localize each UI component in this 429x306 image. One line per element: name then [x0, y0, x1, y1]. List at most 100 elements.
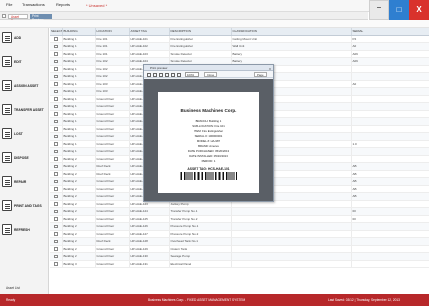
table-cell: Building 1: [62, 42, 96, 51]
row-checkbox[interactable]: [54, 239, 58, 243]
table-cell: Building 1: [62, 95, 96, 103]
zoom-out-icon[interactable]: [159, 72, 163, 77]
sidebar-item-label: ASSIGN ASSET: [14, 83, 39, 88]
print-icon[interactable]: [147, 72, 151, 77]
column-header[interactable]: CLASSIFICATION: [231, 28, 352, 36]
sidebar-item-label: ADD: [14, 35, 22, 40]
row-checkbox[interactable]: [54, 59, 58, 63]
table-cell: Fire 101: [95, 42, 130, 51]
table-row[interactable]: Building 2 Ground Floor HP-HAE-124 Transfer…: [50, 207, 429, 216]
table-cell: Battery: [231, 50, 352, 58]
table-cell: [351, 237, 429, 246]
row-checkbox[interactable]: [54, 254, 58, 258]
row-select-cell: [50, 215, 63, 223]
sidebar-item-4[interactable]: LOST: [2, 127, 47, 141]
row-checkbox[interactable]: [54, 67, 58, 71]
sidebar-item-0[interactable]: ADD: [2, 31, 47, 45]
row-checkbox[interactable]: [54, 157, 58, 161]
table-cell: [351, 87, 429, 96]
table-row[interactable]: Building 1 Fire 101 HP-HAE-103 Smoke Detect…: [50, 50, 429, 58]
table-cell: Overhead Tank No.1: [169, 237, 232, 246]
row-checkbox[interactable]: [54, 97, 58, 101]
table-row[interactable]: Building 2 Ground Floor HP-HAE-127 Pressure…: [50, 230, 429, 238]
label-line: BRANCH: Building 1: [195, 119, 222, 123]
sidebar-item-3[interactable]: TRANSFER ASSET: [2, 103, 47, 117]
file-menu[interactable]: File: [6, 2, 12, 7]
tab-asset-tags[interactable]: Asset Tags: [8, 13, 28, 23]
column-header[interactable]: BUILDING: [62, 28, 96, 36]
reports-menu[interactable]: Reports: [56, 2, 70, 7]
table-row[interactable]: Building 2 Ground Floor HP-HAE-126 Pressure…: [50, 222, 429, 231]
table-row[interactable]: Building 2 Ground Floor HP-HAE-129 Cistern …: [50, 245, 429, 253]
table-cell: [351, 252, 429, 261]
single-page-icon[interactable]: [165, 72, 169, 77]
column-header[interactable]: SELECT: [50, 28, 63, 36]
row-checkbox[interactable]: [54, 37, 58, 41]
tab-bar: Asset Tags Print Preview: [0, 12, 368, 23]
row-checkbox[interactable]: [54, 172, 58, 176]
row-checkbox[interactable]: [54, 194, 58, 198]
two-page-icon[interactable]: [171, 72, 175, 77]
row-checkbox[interactable]: [54, 224, 58, 228]
transactions-menu[interactable]: Transactions: [22, 2, 45, 7]
dialog-close-button[interactable]: Close: [204, 72, 218, 77]
sidebar-item-6[interactable]: REPAIR: [2, 175, 47, 189]
table-row[interactable]: Building 1 Fire 101 HP-HAE-102 Fire Extingu…: [50, 42, 429, 51]
minimize-icon: –: [376, 3, 382, 12]
status-right: Last Saved: 03/12 | Thursday, September …: [328, 298, 400, 302]
row-checkbox[interactable]: [54, 89, 58, 93]
row-checkbox[interactable]: [54, 44, 58, 48]
label-line: DATE PURCHASED: 05/20/2013: [187, 149, 230, 153]
row-checkbox[interactable]: [54, 119, 58, 123]
row-checkbox[interactable]: [54, 187, 58, 191]
table-row[interactable]: Building 3 Ground Floor HP-HAE-131 Electric…: [50, 260, 429, 268]
table-row[interactable]: Building 2 Roof Deck HP-HAE-128 Overhead Ta…: [50, 237, 429, 246]
table-cell: Ground Floor: [95, 125, 130, 133]
row-checkbox[interactable]: [54, 142, 58, 146]
row-checkbox[interactable]: [54, 52, 58, 56]
row-checkbox[interactable]: [54, 149, 58, 153]
table-cell: [231, 230, 352, 238]
row-checkbox[interactable]: [54, 262, 58, 266]
sidebar-item-7[interactable]: PRINT AND TAGS: [2, 199, 47, 213]
close-button[interactable]: X: [409, 0, 429, 20]
row-checkbox[interactable]: [54, 202, 58, 206]
row-checkbox[interactable]: [54, 74, 58, 78]
row-checkbox[interactable]: [54, 209, 58, 213]
row-checkbox[interactable]: [54, 247, 58, 251]
table-cell: HP-HAE-128: [129, 237, 170, 246]
row-checkbox[interactable]: [54, 179, 58, 183]
table-row[interactable]: Building 2 Ground Floor HP-HAE-130 Sewage P…: [50, 252, 429, 261]
row-checkbox[interactable]: [54, 217, 58, 221]
table-row[interactable]: Building 1 Fire 101 HP-HAE-101 Fire Extingu…: [50, 35, 429, 43]
table-cell: Building 1: [62, 65, 96, 73]
row-checkbox[interactable]: [54, 164, 58, 168]
dialog-close-icon[interactable]: x: [269, 66, 271, 71]
sidebar-item-5[interactable]: DISPOSE: [2, 151, 47, 165]
row-checkbox[interactable]: [54, 134, 58, 138]
row-checkbox[interactable]: [54, 127, 58, 131]
table-cell: Ground Floor: [95, 185, 130, 193]
column-header[interactable]: DESCRIPTION: [169, 28, 232, 36]
tab-print-preview[interactable]: Print Preview: [30, 13, 52, 22]
maximize-button[interactable]: □: [389, 0, 409, 20]
column-header[interactable]: ASSET TAG: [129, 28, 170, 36]
row-checkbox[interactable]: [54, 112, 58, 116]
row-checkbox[interactable]: [54, 232, 58, 236]
row-checkbox[interactable]: [54, 104, 58, 108]
table-cell: Pressure Pump No.1: [169, 222, 232, 231]
table-cell: Building 1: [62, 132, 96, 141]
table-row[interactable]: Building 2 Ground Floor HP-HAE-125 Transfer…: [50, 215, 429, 223]
minimize-button[interactable]: –: [369, 0, 389, 20]
sidebar-item-2[interactable]: ASSIGN ASSET: [2, 79, 47, 93]
sidebar-item-1[interactable]: EDIT: [2, 55, 47, 69]
zoom-in-icon[interactable]: [153, 72, 157, 77]
home-icon[interactable]: [2, 14, 6, 18]
multi-page-icon[interactable]: [177, 72, 181, 77]
zoom-select[interactable]: 100%: [185, 72, 199, 77]
column-header[interactable]: SERIAL: [351, 28, 429, 36]
row-checkbox[interactable]: [54, 82, 58, 86]
table-cell: Ground Floor: [95, 177, 130, 186]
sidebar-item-8[interactable]: REFRESH: [2, 223, 47, 237]
column-header[interactable]: LOCATION: [95, 28, 130, 36]
